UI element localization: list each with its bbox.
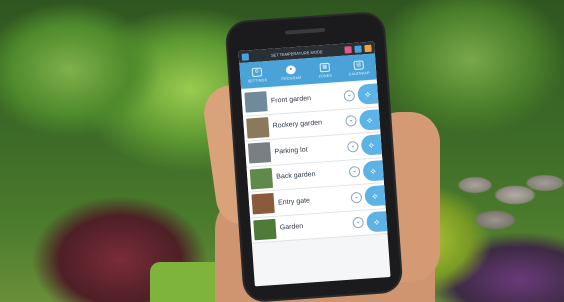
chevron-down-icon[interactable]: ⌄ xyxy=(346,140,359,153)
snowflake-icon[interactable] xyxy=(354,44,362,53)
zone-photo xyxy=(249,167,274,190)
chevron-down-icon[interactable]: ⌄ xyxy=(348,166,361,178)
water-drop-button[interactable]: ⟡ xyxy=(365,210,388,233)
nav-label: PROGRAM xyxy=(281,75,302,81)
phone-speaker xyxy=(285,27,326,35)
zone-photo xyxy=(244,91,268,113)
water-drop-button[interactable]: ⟡ xyxy=(362,159,384,182)
map-icon: ▦ xyxy=(319,62,331,72)
zone-photo xyxy=(251,193,275,215)
chevron-down-icon[interactable]: ⌄ xyxy=(343,89,356,102)
settings-icon[interactable] xyxy=(364,44,372,52)
rock-wall xyxy=(455,165,564,245)
nav-settings[interactable]: ⚙ SETTINGS xyxy=(239,61,275,89)
alarm-icon[interactable] xyxy=(344,45,352,54)
gear-icon: ⚙ xyxy=(251,66,263,77)
nav-label: CALENDAR xyxy=(348,70,370,76)
nav-zones[interactable]: ▦ ZONES xyxy=(307,56,343,84)
water-drop-button[interactable]: ⟡ xyxy=(357,83,379,106)
chevron-down-icon[interactable]: ⌄ xyxy=(352,216,365,229)
phone-screen: SET TEMPERATURE MODE ⚙ SETTINGS ● PROGRA… xyxy=(238,41,391,287)
zone-name: Parking lot xyxy=(274,146,308,156)
zone-list: Front garden ⌄ ⟡ Rockery garden ⌄ ⟡ Park… xyxy=(241,81,388,244)
water-drop-button[interactable]: ⟡ xyxy=(360,134,382,156)
nav-label: ZONES xyxy=(318,73,333,78)
drop-icon: ● xyxy=(285,64,297,75)
zone-name: Back garden xyxy=(276,171,316,181)
water-drop-button[interactable]: ⟡ xyxy=(364,185,386,207)
zone-photo xyxy=(246,116,270,139)
nav-label: SETTINGS xyxy=(247,77,268,83)
zone-name: Front garden xyxy=(270,94,312,105)
smartphone: SET TEMPERATURE MODE ⚙ SETTINGS ● PROGRA… xyxy=(226,12,402,302)
zone-name: Garden xyxy=(279,223,304,232)
calendar-icon: ▤ xyxy=(353,59,364,70)
chevron-down-icon[interactable]: ⌄ xyxy=(350,191,363,204)
chevron-down-icon[interactable]: ⌄ xyxy=(345,115,357,127)
nav-program[interactable]: ● PROGRAM xyxy=(273,58,309,86)
zone-photo xyxy=(253,218,277,241)
water-drop-button[interactable]: ⟡ xyxy=(358,109,381,131)
zone-name: Rockery garden xyxy=(272,119,323,131)
zone-photo xyxy=(247,142,272,164)
zone-name: Entry gate xyxy=(277,197,311,207)
nav-calendar[interactable]: ▤ CALENDAR xyxy=(341,53,377,81)
menu-icon[interactable] xyxy=(241,52,250,61)
